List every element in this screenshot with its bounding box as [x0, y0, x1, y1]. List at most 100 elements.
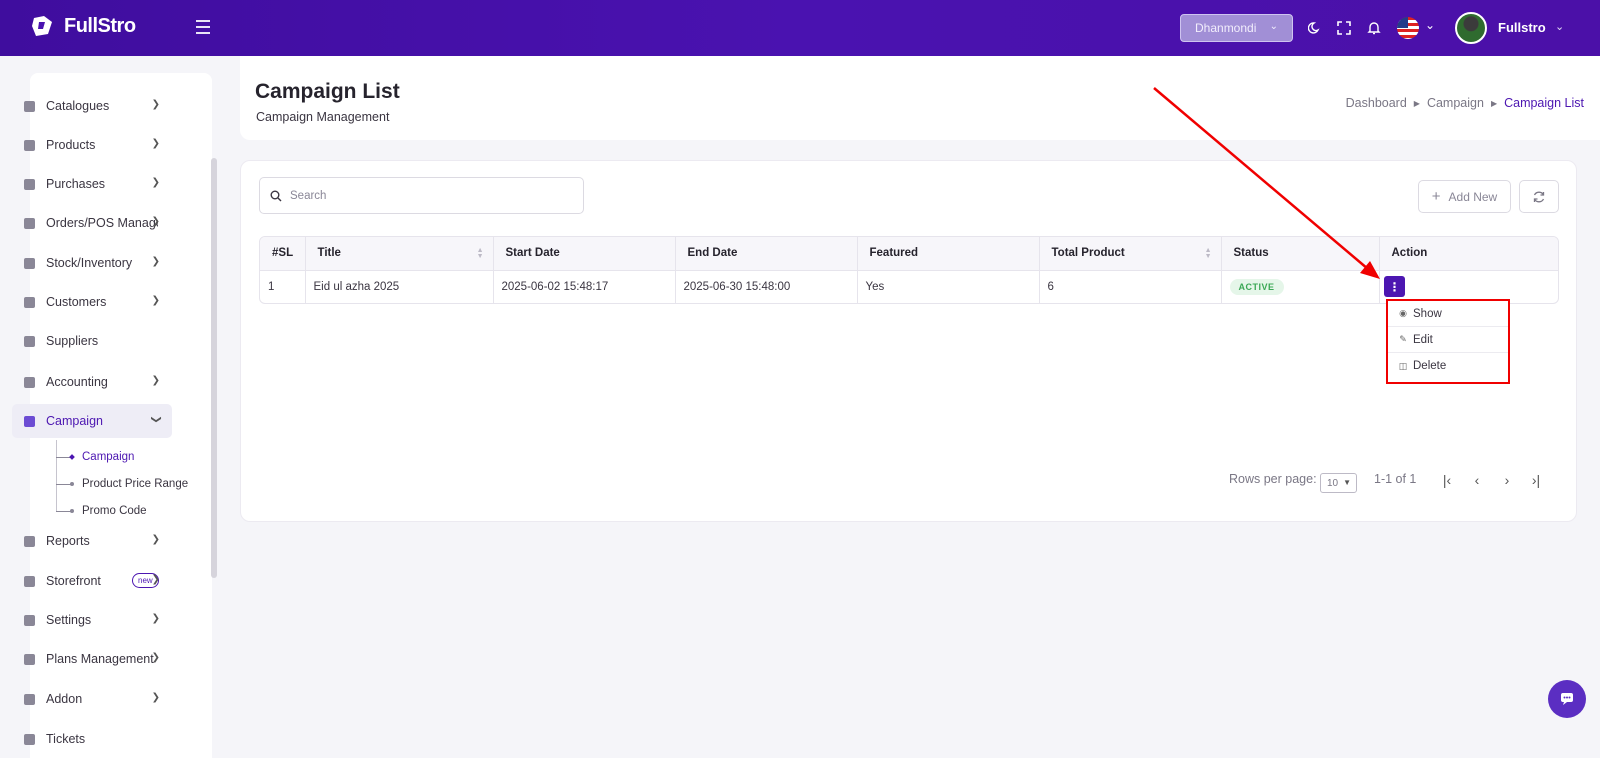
submenu-bullet-icon [56, 456, 72, 458]
top-header: FullStro Dhanmondi ⌄ ⌄ Fullstro ⌄ [0, 0, 1600, 56]
sidebar-item-label: Accounting [46, 375, 108, 389]
sidebar-item-settings[interactable]: Settings ❯ [12, 603, 172, 637]
orders-icon [24, 217, 35, 229]
sidebar-scrollbar[interactable] [211, 158, 217, 578]
column-header-end-date: End Date [675, 237, 858, 270]
menu-toggle-icon[interactable] [196, 20, 212, 36]
prev-page-icon[interactable]: ‹ [1469, 472, 1485, 488]
search-input[interactable] [290, 189, 570, 202]
gear-icon [24, 614, 35, 626]
next-page-icon[interactable]: › [1499, 472, 1515, 488]
us-flag-icon[interactable] [1397, 17, 1419, 39]
cell-featured: Yes [857, 269, 1040, 303]
chevron-down-icon: ⌄ [1269, 21, 1278, 32]
status-badge: ACTIVE [1229, 278, 1284, 295]
menu-item-label: Edit [1413, 333, 1433, 346]
row-action-dropdown: ◉ Show ✎ Edit ◫ Delete [1386, 299, 1510, 384]
column-header-total-product[interactable]: Total Product ▲ ▼ [1039, 237, 1222, 270]
sidebar-item-label: Plans Management [46, 652, 154, 666]
menu-item-edit[interactable]: ✎ Edit [1388, 327, 1508, 353]
sort-icon[interactable]: ▲ ▼ [1205, 247, 1212, 260]
sidebar-item-suppliers[interactable]: Suppliers [12, 324, 172, 358]
catalogue-icon [24, 100, 35, 112]
column-header-status: Status [1221, 237, 1380, 270]
sidebar-subitem-promo-code[interactable]: Promo Code [56, 500, 147, 522]
first-page-icon[interactable]: |‹ [1439, 472, 1455, 488]
plans-icon [24, 653, 35, 665]
sidebar-item-label: Customers [46, 295, 107, 309]
cell-total-product: 6 [1039, 269, 1222, 303]
trash-icon: ◫ [1398, 360, 1408, 371]
bell-icon[interactable] [1365, 19, 1383, 37]
sidebar-item-label: Stock/Inventory [46, 256, 133, 270]
add-new-button[interactable]: + Add New [1418, 180, 1511, 213]
sidebar-item-catalogues[interactable]: Catalogues ❯ [12, 89, 172, 123]
breadcrumb-current: Campaign List [1504, 96, 1584, 110]
user-name[interactable]: Fullstro [1498, 20, 1546, 35]
row-action-menu-button[interactable]: ⋮ [1384, 276, 1405, 297]
cell-title: Eid ul azha 2025 [305, 269, 494, 303]
sidebar-item-storefront[interactable]: Storefront new ❯ [12, 564, 172, 598]
cell-end-date: 2025-06-30 15:48:00 [675, 269, 858, 303]
menu-item-label: Show [1413, 307, 1442, 320]
chat-button[interactable] [1548, 680, 1586, 718]
sidebar-item-reports[interactable]: Reports ❯ [12, 524, 172, 558]
reports-icon [24, 535, 35, 547]
column-header-label: Total Product [1051, 247, 1125, 260]
table-row: 1 Eid ul azha 2025 2025-06-02 15:48:17 2… [260, 269, 1558, 303]
pencil-icon: ✎ [1399, 334, 1407, 344]
sidebar-item-label: Purchases [46, 177, 106, 191]
brand-name: FullStro [64, 14, 136, 37]
sidebar-item-label: Catalogues [46, 99, 110, 113]
sidebar-item-customers[interactable]: Customers ❯ [12, 285, 172, 319]
sidebar-item-label: Tickets [46, 732, 86, 746]
chevron-down-icon: ❯ [150, 415, 162, 424]
sidebar-item-campaign[interactable]: Campaign ❯ [12, 404, 172, 438]
add-new-label: Add New [1448, 189, 1498, 204]
chat-bubble-icon [1561, 693, 1573, 705]
brand-logo[interactable]: FullStro [30, 14, 136, 38]
search-box [259, 177, 584, 214]
avatar[interactable] [1455, 12, 1487, 44]
menu-item-delete[interactable]: ◫ Delete [1388, 353, 1508, 379]
storefront-icon [24, 575, 35, 587]
sidebar-item-tickets[interactable]: Tickets [12, 722, 172, 756]
sidebar-item-purchases[interactable]: Purchases ❯ [12, 167, 172, 201]
sidebar-item-orders-pos[interactable]: Orders/POS Management ❯ [12, 206, 172, 240]
chevron-right-icon: ❯ [151, 692, 160, 703]
menu-item-show[interactable]: ◉ Show [1388, 301, 1508, 327]
supplier-icon [24, 335, 35, 347]
caret-right-icon: ▶ [1413, 98, 1420, 108]
column-header-title[interactable]: Title ▲ ▼ [305, 237, 494, 270]
sidebar-subitem-product-price-range[interactable]: Product Price Range [56, 473, 188, 495]
fullscreen-icon[interactable] [1335, 19, 1353, 37]
column-header-start-date: Start Date [493, 237, 676, 270]
moon-icon[interactable] [1306, 19, 1324, 37]
sidebar-item-products[interactable]: Products ❯ [12, 128, 172, 162]
sidebar-subitem-campaign[interactable]: Campaign [56, 446, 134, 468]
sidebar-item-label: Campaign [46, 414, 103, 428]
rows-per-page-select[interactable]: 10 ▼ [1320, 473, 1357, 493]
page-subtitle: Campaign Management [256, 110, 390, 124]
breadcrumb-dashboard[interactable]: Dashboard [1346, 96, 1407, 110]
refresh-button[interactable] [1519, 180, 1559, 213]
sort-icon[interactable]: ▲ ▼ [477, 247, 484, 260]
sidebar-item-stock-inventory[interactable]: Stock/Inventory ❯ [12, 246, 172, 280]
user-menu-chevron-icon[interactable]: ⌄ [1555, 20, 1564, 33]
sidebar-item-accounting[interactable]: Accounting ❯ [12, 365, 172, 399]
last-page-icon[interactable]: ›| [1528, 472, 1544, 488]
submenu-bullet-icon [56, 481, 74, 486]
addon-icon [24, 693, 35, 705]
branch-select[interactable]: Dhanmondi ⌄ [1180, 14, 1293, 42]
language-chevron-icon[interactable]: ⌄ [1425, 18, 1435, 32]
chevron-right-icon: ❯ [151, 99, 160, 110]
column-header-featured: Featured [857, 237, 1040, 270]
campaign-icon [24, 415, 35, 427]
sidebar-item-addon[interactable]: Addon ❯ [12, 682, 172, 716]
rows-per-page-value: 10 [1327, 477, 1339, 489]
rows-per-page-label: Rows per page: [1229, 472, 1317, 486]
accounting-icon [24, 376, 35, 388]
users-icon [24, 296, 35, 308]
sidebar-item-plans-management[interactable]: Plans Management ❯ [12, 642, 172, 676]
breadcrumb-campaign[interactable]: Campaign [1427, 96, 1484, 110]
